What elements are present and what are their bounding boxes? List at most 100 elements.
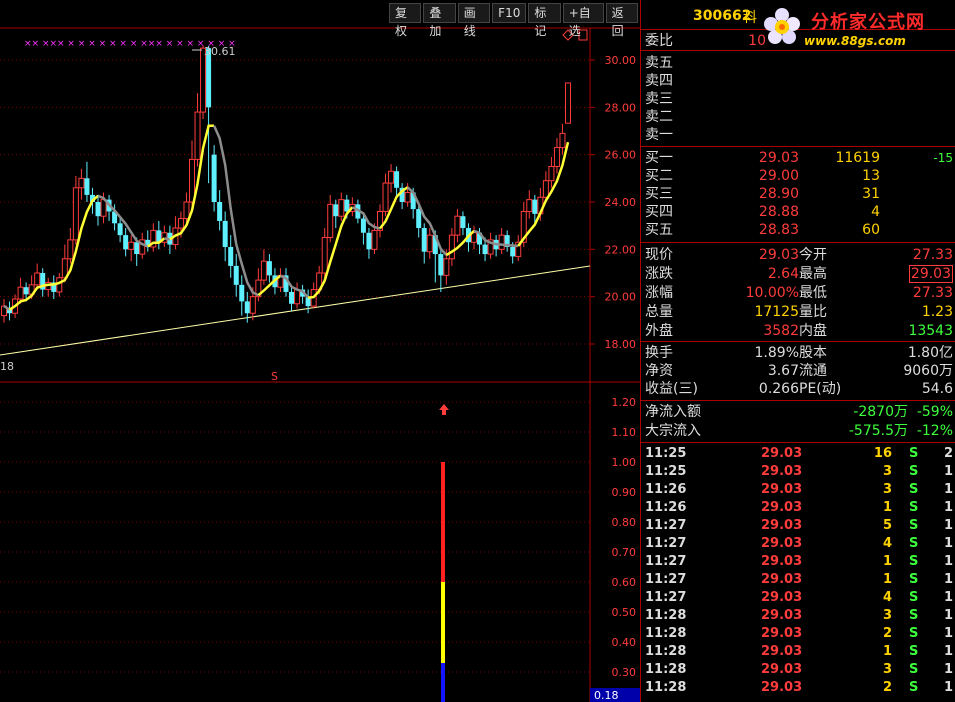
back-button[interactable]: 返回 [605,3,639,38]
tick-price: 29.03 [761,482,803,497]
info-label-2: 流通 [799,363,827,379]
tick-price: 29.03 [761,554,803,569]
tick-time: 11:25 [645,464,687,479]
candle-body-down [211,154,217,202]
stat-row-outer: 外盘 3582 内盘 13543 [641,322,955,340]
info-label: 净资 [645,363,673,379]
tick-row: 11:28 29.03 3 S 1 [641,607,955,625]
info-label: 收益(三) [645,381,698,397]
buy1-row: 买一 29.03 11619 -15 [641,149,955,167]
price-tick-label: 28.00 [605,101,637,114]
tick-row: 11:27 29.03 4 S 1 [641,535,955,553]
candle-body-down [95,202,101,217]
tick-count: 1 [943,680,953,695]
tick-count: 1 [943,464,953,479]
price-tick-label: 26.00 [605,149,637,162]
stat-value-2: 27.33 [912,247,953,263]
stat-value: 3582 [763,323,799,339]
stat-value-2: 1.23 [921,304,953,320]
tick-time: 11:28 [645,662,687,677]
mark-button[interactable]: 标记 [528,3,561,38]
sell4-row: 卖四 [641,72,955,90]
logo-title: 分析家公式网 [811,12,925,33]
buy5-row: 买五 28.83 60 [641,221,955,239]
tick-price: 29.03 [761,626,803,641]
tick-side: S [909,500,919,515]
candle-body-up [553,147,560,167]
candle-body-down [344,199,350,212]
tick-side: S [909,554,919,569]
draw-line-button[interactable]: 画线 [457,3,491,38]
signal-markers: ×× ××× × × × × × × × ××× × × × × × × × [24,39,236,49]
kline-chart-svg[interactable]: 30.00 28.00 26.00 24.00 22.00 20.00 18.00 1.20 1… [0,0,640,702]
tick-count: 1 [943,482,953,497]
chart-toolbar: 复权 叠加 画线 F10 标记 +自选 返回 [389,3,640,38]
weibi-value: 10 [748,33,766,49]
tick-row: 11:26 29.03 1 S 1 [641,499,955,517]
tick-time: 11:28 [645,608,687,623]
buy2-vol: 13 [862,168,880,184]
candle-body-up [426,234,433,253]
candle-body-up [498,234,505,250]
candle-body-down [244,301,250,314]
sell2-row: 卖二 [641,108,955,126]
tick-price: 29.03 [761,590,803,605]
price-tick-label: 18.00 [605,338,637,351]
stock-name: 科 [743,10,757,26]
candle-body-up [548,166,555,182]
tick-row: 11:26 29.03 3 S 1 [641,481,955,499]
indicator-tick-label: 0.90 [612,486,637,499]
candle-body-up [559,132,566,149]
buy3-label: 买三 [645,186,673,202]
tick-side: S [909,626,919,641]
add-watchlist-button[interactable]: +自选 [562,3,604,38]
tick-price: 29.03 [761,500,803,515]
info-value-2: 54.6 [921,381,953,397]
tick-side: S [909,482,919,497]
sell1-row: 卖一 [641,126,955,144]
candle-body-up [388,170,395,184]
tick-price: 29.03 [761,680,803,695]
tick-row: 11:25 29.03 3 S 1 [641,463,955,481]
weibi-row: 委比 10 [641,32,955,50]
tick-row: 11:27 29.03 5 S 1 [641,517,955,535]
candle-body-up [260,260,267,281]
low-price-label: 18 [0,360,14,373]
tick-volume: 1 [882,572,892,587]
flow-value: -575.5万 [848,423,908,439]
indicator-tick-label: 0.30 [612,666,637,679]
flow-label: 大宗流入 [645,423,701,439]
candle-body-down [438,254,444,276]
stat-value: 29.03 [758,247,799,263]
buy4-price: 28.88 [758,204,799,220]
info-value: 1.89% [754,345,799,361]
restore-rights-button[interactable]: 复权 [389,3,422,38]
tick-price: 29.03 [761,464,803,479]
stat-row-price: 现价 29.03 今开 27.33 [641,246,955,264]
tick-time: 11:28 [645,626,687,641]
indicator-tick-label: 0.40 [612,636,637,649]
sell3-label: 卖三 [645,91,673,107]
stat-label-2: 最高 [799,266,827,282]
stat-value: 17125 [754,304,799,320]
f10-button[interactable]: F10 [492,3,527,23]
overlay-button[interactable]: 叠加 [423,3,456,38]
kline-chart-area[interactable]: 30.00 28.00 26.00 24.00 22.00 20.00 18.00 1.20 1… [0,0,640,702]
tick-count: 1 [943,626,953,641]
tick-price: 29.03 [761,518,803,533]
price-tick-label: 22.00 [605,243,637,256]
price-tick-label: 30.00 [605,54,637,67]
info-value: 3.67 [767,363,799,379]
candle-body-down [416,209,422,229]
buy5-price: 28.83 [758,222,799,238]
sell1-label: 卖一 [645,127,673,143]
info-label-2: 股本 [799,345,827,361]
buy3-vol: 31 [862,186,880,202]
candle-body-down [228,246,234,266]
candle-body-up [189,158,195,203]
sell2-label: 卖二 [645,109,673,125]
tick-volume: 3 [882,608,892,623]
tick-side: S [909,518,919,533]
signal-s-marker: S [271,370,278,383]
buy2-row: 买二 29.00 13 [641,167,955,185]
